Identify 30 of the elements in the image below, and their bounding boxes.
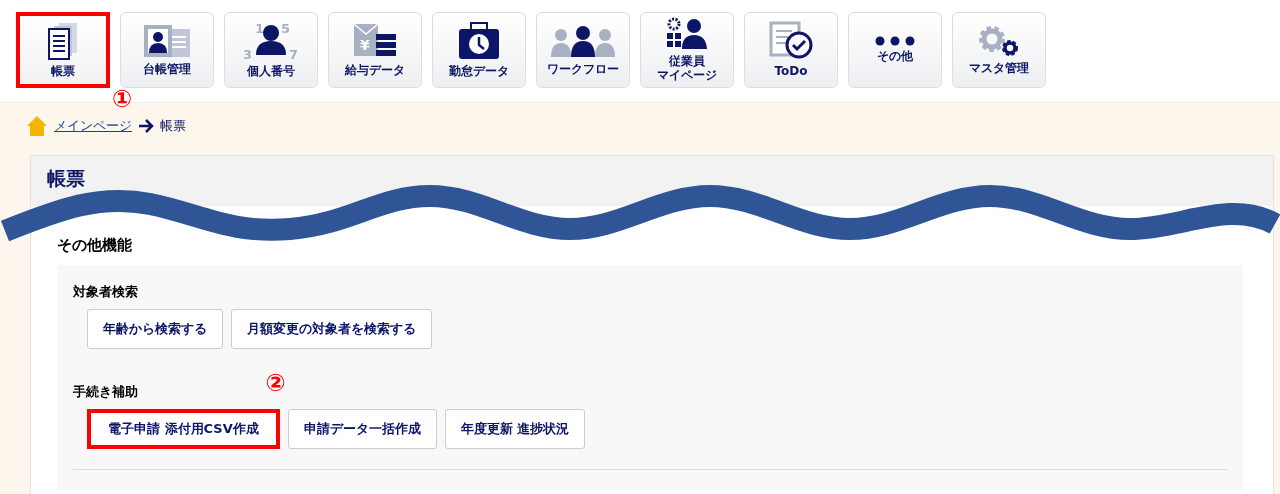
toolbar-tile[interactable]: ToDo	[744, 12, 838, 88]
people-icon	[550, 23, 616, 60]
action-button[interactable]: 月額変更の対象者を検索する	[231, 309, 432, 349]
toolbar-tile[interactable]: 台帳管理	[120, 12, 214, 88]
id-card-icon	[142, 23, 192, 60]
action-button[interactable]: 年齢から検索する	[87, 309, 223, 349]
group-title: 対象者検索	[73, 283, 138, 301]
callout-number: ①	[112, 87, 133, 111]
action-button[interactable]: 電子申請 添付用CSV作成	[87, 409, 280, 449]
briefcase-clock-icon	[457, 21, 501, 62]
home-icon	[26, 115, 48, 137]
toolbar-tile[interactable]: その他	[848, 12, 942, 88]
group-title: 手続き補助	[73, 383, 138, 401]
employee-icon	[665, 17, 709, 52]
toolbar-tile[interactable]: マスタ管理	[952, 12, 1046, 88]
arrow-icon	[138, 119, 154, 133]
toolbar-tile[interactable]: 勤怠データ	[432, 12, 526, 88]
toolbar-tile[interactable]: ワークフロー	[536, 12, 630, 88]
toolbar-tile[interactable]: 1 5 3 7 個人番号	[224, 12, 318, 88]
section-title: その他機能	[57, 236, 132, 255]
toolbar-tile[interactable]: 従業員 マイページ	[640, 12, 734, 88]
toolbar-tile[interactable]: ¥ 給与データ	[328, 12, 422, 88]
panel-title: 帳票	[47, 167, 85, 189]
toolbar-tile[interactable]: 帳票	[16, 12, 110, 88]
callout-number: ②	[265, 371, 286, 395]
breadcrumb-current: 帳票	[160, 117, 186, 135]
more-icon	[875, 36, 915, 47]
action-button[interactable]: 年度更新 進捗状況	[444, 409, 586, 449]
action-button[interactable]: 申請データ一括作成	[287, 409, 437, 449]
breadcrumb-link[interactable]: メインページ	[54, 117, 132, 135]
